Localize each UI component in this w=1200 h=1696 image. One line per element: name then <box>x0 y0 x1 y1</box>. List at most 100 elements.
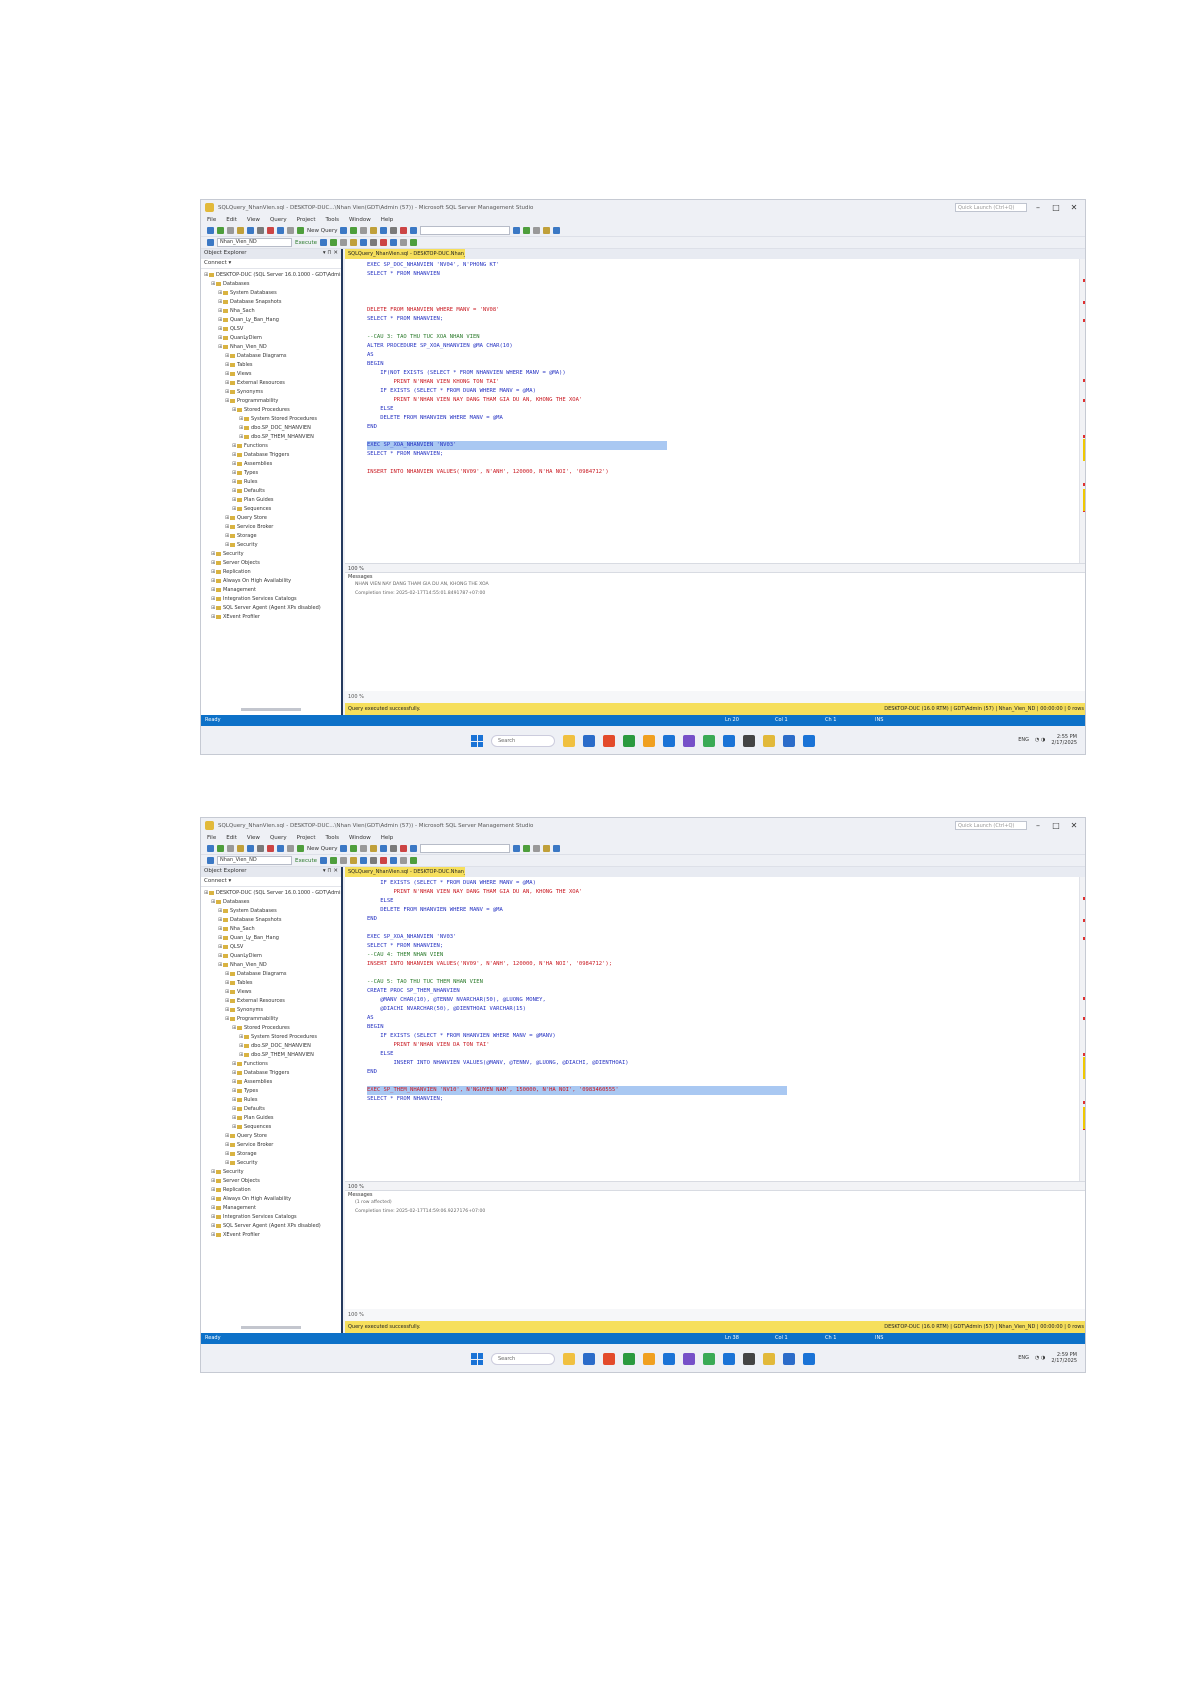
toolbar-icon[interactable] <box>400 239 407 246</box>
tree-node[interactable]: ⊞ System Stored Procedures <box>204 415 341 424</box>
taskbar-app-icon[interactable] <box>703 1353 715 1365</box>
tree-node[interactable]: ⊞ Programmability <box>204 1015 341 1024</box>
code-line[interactable]: SELECT * FROM NHANVIEN; <box>367 942 1073 951</box>
taskbar-app-icon[interactable] <box>743 1353 755 1365</box>
new-query-button[interactable]: New Query <box>307 228 337 234</box>
toolbar-icon[interactable] <box>320 857 327 864</box>
tree-node[interactable]: ⊞ Sequences <box>204 1123 341 1132</box>
language-indicator[interactable]: ENG <box>1018 1355 1029 1361</box>
menu-item[interactable]: Window <box>349 217 371 223</box>
toolbar-icon[interactable] <box>227 845 234 852</box>
tree-node[interactable]: ⊞ Plan Guides <box>204 496 341 505</box>
code-line[interactable]: INSERT INTO NHANVIEN VALUES('NV09', N'AN… <box>367 468 1073 477</box>
toolbar-icon[interactable] <box>297 845 304 852</box>
taskbar-app-icon[interactable] <box>663 735 675 747</box>
toolbar-icon[interactable] <box>410 227 418 234</box>
tree-node[interactable]: ⊞ Query Store <box>204 1132 341 1141</box>
code-line[interactable]: DELETE FROM NHANVIEN WHERE MANV = 'NV08' <box>367 306 1073 315</box>
toolbar-icon[interactable] <box>217 227 224 234</box>
toolbar-icon[interactable] <box>400 227 408 234</box>
tree-node[interactable]: ⊞ QuanLyDiem <box>204 952 341 961</box>
code-line[interactable]: IF EXISTS (SELECT * FROM DUAN WHERE MANV… <box>367 879 1073 888</box>
tree-node[interactable]: ⊞ Stored Procedures <box>204 1024 341 1033</box>
toolbar-icon[interactable] <box>340 239 347 246</box>
editor-zoom-select[interactable]: 100 % <box>345 563 1085 573</box>
tree-node[interactable]: ⊞ dbo.SP_THEM_NHANVIEN <box>204 1051 341 1060</box>
tree-node[interactable]: ⊞ Defaults <box>204 487 341 496</box>
tree-node[interactable]: ⊞ Synonyms <box>204 1006 341 1015</box>
taskbar-app-icon[interactable] <box>583 735 595 747</box>
toolbar-icon[interactable] <box>400 857 407 864</box>
toolbar-icon[interactable] <box>380 857 387 864</box>
clock[interactable]: 2:59 PM 2/17/2025 <box>1051 1352 1077 1364</box>
toolbar-icon[interactable] <box>350 857 357 864</box>
tree-node[interactable]: ⊞ Database Diagrams <box>204 970 341 979</box>
tree-node[interactable]: ⊞ Views <box>204 988 341 997</box>
minimize-button[interactable]: – <box>1031 203 1045 212</box>
taskbar-app-icon[interactable] <box>703 735 715 747</box>
tree-node[interactable]: ⊞ Replication <box>204 1186 341 1195</box>
toolbar-icon[interactable] <box>410 857 417 864</box>
taskbar-app-icon[interactable] <box>563 1353 575 1365</box>
toolbar-icon[interactable] <box>360 227 368 234</box>
code-editor[interactable]: IF EXISTS (SELECT * FROM DUAN WHERE MANV… <box>345 877 1077 1181</box>
code-line[interactable]: CREATE PROC SP_THEM_NHANVIEN <box>367 987 1073 996</box>
toolbar-icon[interactable] <box>513 845 521 852</box>
code-line[interactable] <box>367 279 1073 288</box>
menu-item[interactable]: File <box>207 217 216 223</box>
code-line[interactable]: EXEC SP_THEM_NHANVIEN 'NV10', N'NGUYEN N… <box>367 1086 787 1095</box>
code-line[interactable]: INSERT INTO NHANVIEN VALUES(@MANV, @TENN… <box>367 1059 1073 1068</box>
code-line[interactable]: ELSE <box>367 897 1073 906</box>
code-line[interactable]: INSERT INTO NHANVIEN VALUES('NV09', N'AN… <box>367 960 1073 969</box>
tree-node[interactable]: ⊞ Programmability <box>204 397 341 406</box>
toolbar-icon[interactable] <box>267 227 274 234</box>
toolbar-icon[interactable] <box>410 845 418 852</box>
toolbar-icon[interactable] <box>207 239 214 246</box>
taskbar-app-icon[interactable] <box>683 1353 695 1365</box>
toolbar-icon[interactable] <box>350 845 358 852</box>
taskbar-search-input[interactable]: Search <box>491 1353 555 1365</box>
tree-node[interactable]: ⊞ Nha_Sach <box>204 925 341 934</box>
code-line[interactable]: ELSE <box>367 1050 1073 1059</box>
toolbar-icon[interactable] <box>340 227 348 234</box>
toolbar-icon[interactable] <box>267 845 274 852</box>
code-line[interactable]: PRINT N'NHAN VIEN KHONG TON TAI' <box>367 378 1073 387</box>
code-line[interactable]: AS <box>367 351 1073 360</box>
clock[interactable]: 2:55 PM 2/17/2025 <box>1051 734 1077 746</box>
tree-node[interactable]: ⊞ QLSV <box>204 943 341 952</box>
code-line[interactable]: DELETE FROM NHANVIEN WHERE MANV = @MA <box>367 414 1073 423</box>
tree-node[interactable]: ⊞ SQL Server Agent (Agent XPs disabled) <box>204 604 341 613</box>
tree-node[interactable]: ⊞ DESKTOP-DUC (SQL Server 16.0.1000 - GDT… <box>204 271 341 280</box>
maximize-button[interactable]: □ <box>1049 203 1063 212</box>
tree-node[interactable]: ⊞ Server Objects <box>204 559 341 568</box>
toolbar-icon[interactable] <box>350 239 357 246</box>
connect-button[interactable]: Connect ▾ <box>204 878 231 884</box>
solution-config-select[interactable] <box>420 844 511 853</box>
toolbar-icon[interactable] <box>553 227 561 234</box>
toolbar-icon[interactable] <box>277 227 284 234</box>
tree-node[interactable]: ⊞ Service Broker <box>204 1141 341 1150</box>
menu-item[interactable]: Tools <box>325 835 339 841</box>
code-line[interactable]: --CAU 5: TAO THU TUC THEM NHAN VIEN <box>367 978 1073 987</box>
execute-button[interactable]: Execute <box>295 858 317 864</box>
code-line[interactable]: EXEC SP_XOA_NHANVIEN 'NV03' <box>367 933 1073 942</box>
taskbar-app-icon[interactable] <box>623 1353 635 1365</box>
toolbar-icon[interactable] <box>523 227 531 234</box>
tree-node[interactable]: ⊞ dbo.SP_DOC_NHANVIEN <box>204 1042 341 1051</box>
code-line[interactable]: --CAU 3: TAO THU TUC XOA NHAN VIEN <box>367 333 1073 342</box>
code-line[interactable] <box>367 969 1073 978</box>
code-line[interactable]: SELECT * FROM NHANVIEN <box>367 270 1073 279</box>
code-line[interactable] <box>367 324 1073 333</box>
tree-node[interactable]: ⊞ Rules <box>204 478 341 487</box>
tree-node[interactable]: ⊞ Always On High Availability <box>204 1195 341 1204</box>
code-line[interactable]: END <box>367 915 1073 924</box>
tree-node[interactable]: ⊞ Quan_Ly_Ban_Hang <box>204 316 341 325</box>
wifi-icon[interactable]: ◔ ◑ <box>1035 1355 1045 1361</box>
toolbar-icon[interactable] <box>370 845 378 852</box>
toolbar-icon[interactable] <box>380 227 388 234</box>
tree-node[interactable]: ⊞ Types <box>204 469 341 478</box>
menu-item[interactable]: File <box>207 835 216 841</box>
tree-node[interactable]: ⊞ Replication <box>204 568 341 577</box>
toolbar-icon[interactable] <box>390 239 397 246</box>
toolbar-icon[interactable] <box>390 845 398 852</box>
